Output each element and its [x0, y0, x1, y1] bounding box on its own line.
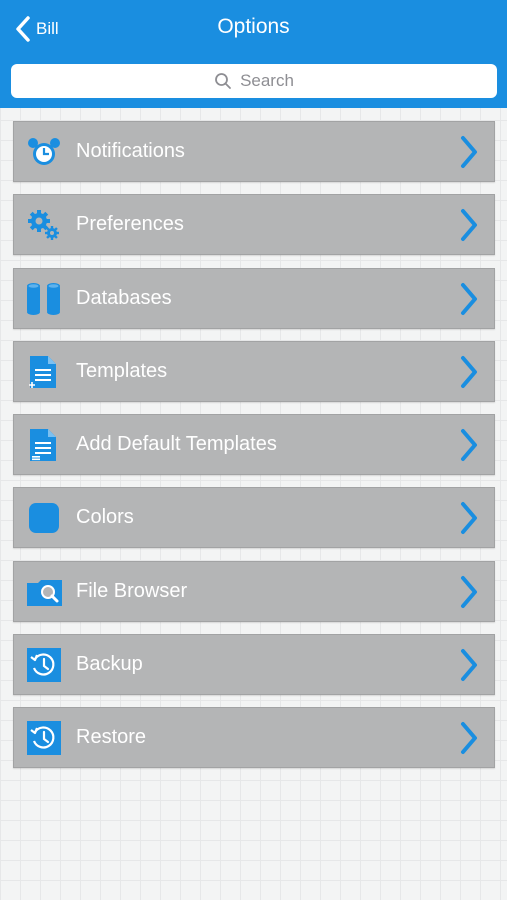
option-add-default-templates[interactable]: Add Default Templates: [13, 414, 495, 476]
option-databases[interactable]: Databases: [13, 267, 495, 329]
chevron-right-icon: [461, 429, 477, 462]
option-restore[interactable]: Restore: [13, 707, 495, 769]
restore-clock-icon: [26, 721, 62, 756]
gears-icon: [26, 208, 62, 242]
option-colors[interactable]: Colors: [13, 487, 495, 549]
color-swatch-icon: [26, 501, 62, 535]
page-title: Options: [217, 15, 290, 38]
template-document-icon: [26, 355, 62, 389]
search-input[interactable]: Search: [11, 64, 497, 98]
option-label: Restore: [76, 726, 147, 749]
search-icon: [215, 73, 231, 89]
chevron-right-icon: [461, 722, 477, 755]
option-label: Backup: [76, 653, 143, 676]
option-label: Databases: [76, 286, 172, 309]
option-notifications[interactable]: Notifications: [13, 121, 495, 182]
folder-search-icon: [26, 575, 62, 609]
option-file-browser[interactable]: File Browser: [13, 560, 495, 622]
option-templates[interactable]: Templates: [13, 340, 495, 402]
chevron-right-icon: [461, 502, 477, 535]
option-label: Add Default Templates: [76, 433, 277, 456]
chevron-right-icon: [461, 136, 477, 168]
chevron-right-icon: [461, 355, 477, 388]
option-label: Notifications: [76, 140, 185, 162]
option-backup[interactable]: Backup: [13, 634, 495, 696]
search-placeholder: Search: [240, 71, 294, 90]
option-preferences[interactable]: Preferences: [13, 194, 495, 256]
options-list: Notifications Preferences Databases Temp…: [13, 121, 495, 781]
backup-clock-icon: [26, 648, 62, 683]
chevron-right-icon: [461, 575, 477, 608]
option-label: Colors: [76, 506, 134, 529]
chevron-right-icon: [461, 649, 477, 682]
option-label: Preferences: [76, 213, 184, 236]
alarm-clock-icon: [26, 135, 62, 169]
nav-bar: Bill Options Search: [0, 0, 507, 108]
option-label: File Browser: [76, 579, 188, 602]
add-templates-document-icon: [26, 428, 62, 462]
chevron-right-icon: [461, 282, 477, 315]
chevron-right-icon: [461, 209, 477, 242]
option-label: Templates: [76, 359, 168, 382]
database-icon: [26, 282, 62, 316]
